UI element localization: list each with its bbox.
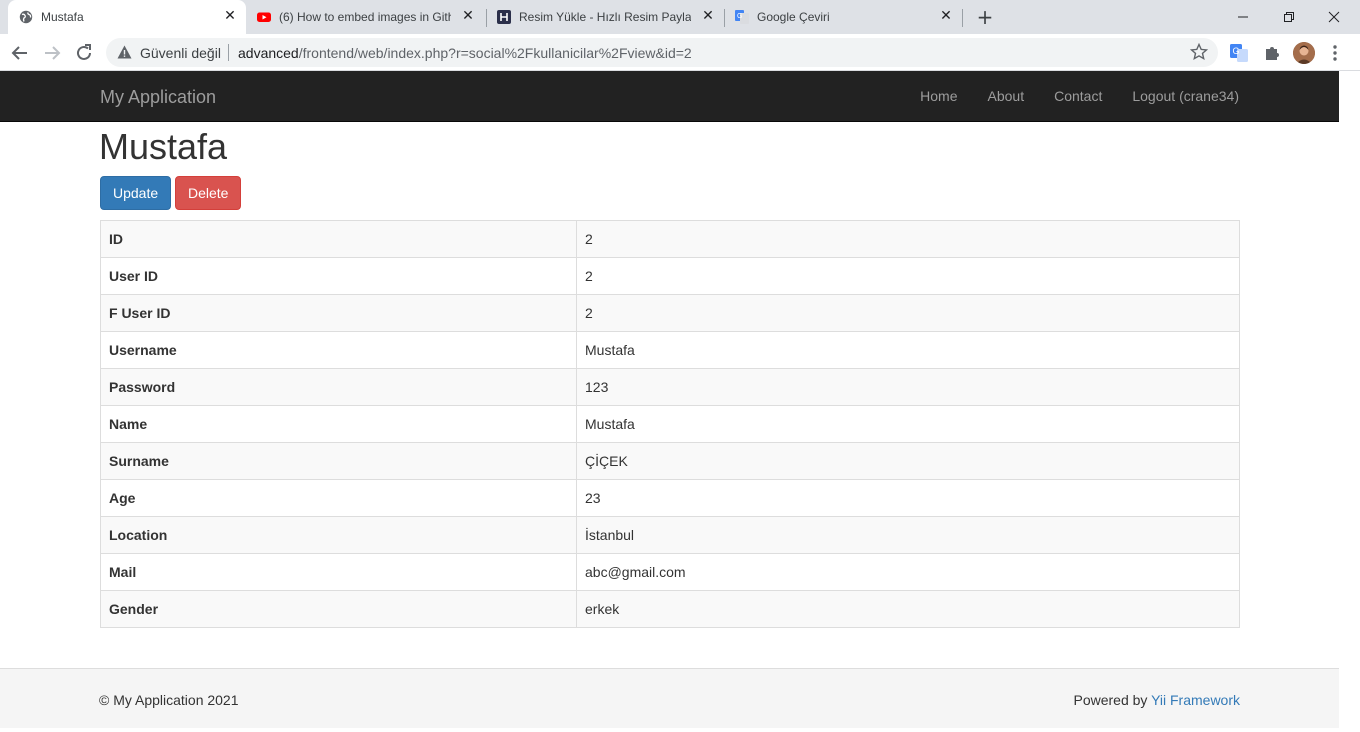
detail-value: erkek bbox=[576, 590, 1240, 628]
forward-arrow-icon[interactable] bbox=[40, 41, 64, 65]
detail-label: Username bbox=[100, 331, 577, 369]
address-bar[interactable]: Güvenli değil advanced/frontend/web/inde… bbox=[106, 38, 1218, 67]
tab-title: Resim Yükle - Hızlı Resim Paylaş bbox=[519, 10, 691, 24]
tab-youtube[interactable]: (6) How to embed images in Gith ✕ bbox=[246, 0, 484, 34]
tab-resim-yukle[interactable]: Resim Yükle - Hızlı Resim Paylaş ✕ bbox=[486, 0, 724, 34]
bookmark-star-icon[interactable] bbox=[1190, 43, 1208, 61]
nav-home-link[interactable]: Home bbox=[905, 71, 972, 121]
resim-site-icon bbox=[497, 10, 511, 24]
footer-powered-by: Powered by Yii Framework bbox=[1073, 692, 1240, 708]
powered-by-prefix: Powered by bbox=[1073, 692, 1152, 708]
page-title: Mustafa bbox=[99, 126, 228, 167]
tab-google-ceviri[interactable]: G Google Çeviri ✕ bbox=[724, 0, 962, 34]
svg-text:G: G bbox=[737, 13, 742, 20]
detail-row-age: Age 23 bbox=[100, 479, 1240, 517]
svg-text:G: G bbox=[1233, 46, 1240, 56]
detail-label: Mail bbox=[100, 553, 577, 591]
close-window-icon[interactable] bbox=[1323, 6, 1345, 28]
detail-label: Location bbox=[100, 516, 577, 554]
detail-value: 123 bbox=[576, 368, 1240, 406]
close-tab-icon[interactable]: ✕ bbox=[700, 8, 716, 24]
detail-label: Gender bbox=[100, 590, 577, 628]
tab-mustafa[interactable]: Mustafa ✕ bbox=[8, 0, 246, 34]
profile-avatar[interactable] bbox=[1293, 42, 1315, 64]
browser-tab-strip: Mustafa ✕ (6) How to embed images in Git… bbox=[0, 0, 1360, 34]
close-tab-icon[interactable]: ✕ bbox=[222, 8, 238, 24]
youtube-icon bbox=[257, 12, 271, 22]
detail-value: 2 bbox=[576, 220, 1240, 258]
reload-icon[interactable] bbox=[72, 41, 96, 65]
url-text[interactable]: advanced/frontend/web/index.php?r=social… bbox=[238, 45, 692, 61]
detail-row-f-user-id: F User ID 2 bbox=[100, 294, 1240, 332]
tab-title: Google Çeviri bbox=[757, 10, 830, 24]
detail-value: Mustafa bbox=[576, 405, 1240, 443]
detail-row-mail: Mail abc@gmail.com bbox=[100, 553, 1240, 591]
detail-value: ÇİÇEK bbox=[576, 442, 1240, 480]
browser-toolbar: Güvenli değil advanced/frontend/web/inde… bbox=[0, 34, 1360, 71]
site-footer: © My Application 2021 Powered by Yii Fra… bbox=[0, 668, 1339, 728]
detail-row-user-id: User ID 2 bbox=[100, 257, 1240, 295]
extensions-puzzle-icon[interactable] bbox=[1262, 43, 1282, 63]
detail-label: User ID bbox=[100, 257, 577, 295]
navbar-brand[interactable]: My Application bbox=[100, 87, 216, 108]
detail-label: Surname bbox=[100, 442, 577, 480]
tab-title: (6) How to embed images in Gith bbox=[279, 10, 451, 24]
google-translate-icon: G bbox=[735, 10, 749, 24]
detail-label: F User ID bbox=[100, 294, 577, 332]
restore-icon[interactable] bbox=[1278, 6, 1300, 28]
detail-row-location: Location İstanbul bbox=[100, 516, 1240, 554]
detail-row-surname: Surname ÇİÇEK bbox=[100, 442, 1240, 480]
nav-logout-link[interactable]: Logout (crane34) bbox=[1117, 71, 1254, 121]
detail-row-username: Username Mustafa bbox=[100, 331, 1240, 369]
detail-value: abc@gmail.com bbox=[576, 553, 1240, 591]
yii-framework-link[interactable]: Yii Framework bbox=[1151, 692, 1240, 708]
url-host: advanced bbox=[238, 45, 299, 61]
nav-about-link[interactable]: About bbox=[973, 71, 1040, 121]
back-arrow-icon[interactable] bbox=[8, 41, 32, 65]
detail-view-table: ID 2 User ID 2 F User ID 2 Username Mustafa … bbox=[100, 220, 1240, 628]
detail-row-gender: Gender erkek bbox=[100, 590, 1240, 628]
minimize-icon[interactable] bbox=[1232, 6, 1254, 28]
update-button[interactable]: Update bbox=[100, 176, 171, 210]
detail-label: Password bbox=[100, 368, 577, 406]
warning-icon[interactable] bbox=[117, 45, 132, 59]
nav-contact-link[interactable]: Contact bbox=[1039, 71, 1117, 121]
detail-value: 2 bbox=[576, 257, 1240, 295]
tab-title: Mustafa bbox=[41, 10, 84, 24]
url-path: /frontend/web/index.php?r=social%2Fkulla… bbox=[298, 45, 692, 61]
menu-kebab-icon[interactable] bbox=[1330, 43, 1340, 63]
detail-row-id: ID 2 bbox=[100, 220, 1240, 258]
detail-row-name: Name Mustafa bbox=[100, 405, 1240, 443]
detail-value: 23 bbox=[576, 479, 1240, 517]
detail-value: İstanbul bbox=[576, 516, 1240, 554]
detail-label: Name bbox=[100, 405, 577, 443]
new-tab-button[interactable]: + bbox=[974, 6, 996, 28]
detail-row-password: Password 123 bbox=[100, 368, 1240, 406]
delete-button[interactable]: Delete bbox=[175, 176, 241, 210]
close-tab-icon[interactable]: ✕ bbox=[938, 8, 954, 24]
tab-separator bbox=[962, 9, 963, 27]
site-navbar: My Application Home About Contact Logout… bbox=[0, 71, 1339, 122]
navbar-links: Home About Contact Logout (crane34) bbox=[905, 71, 1254, 121]
omnibox-divider bbox=[228, 44, 229, 61]
detail-label: Age bbox=[100, 479, 577, 517]
detail-label: ID bbox=[100, 220, 577, 258]
security-label[interactable]: Güvenli değil bbox=[140, 45, 221, 61]
detail-value: Mustafa bbox=[576, 331, 1240, 369]
globe-icon bbox=[19, 10, 33, 24]
close-tab-icon[interactable]: ✕ bbox=[460, 8, 476, 24]
google-translate-extension-icon[interactable]: G bbox=[1229, 43, 1249, 63]
detail-value: 2 bbox=[576, 294, 1240, 332]
footer-copyright: © My Application 2021 bbox=[99, 692, 239, 708]
